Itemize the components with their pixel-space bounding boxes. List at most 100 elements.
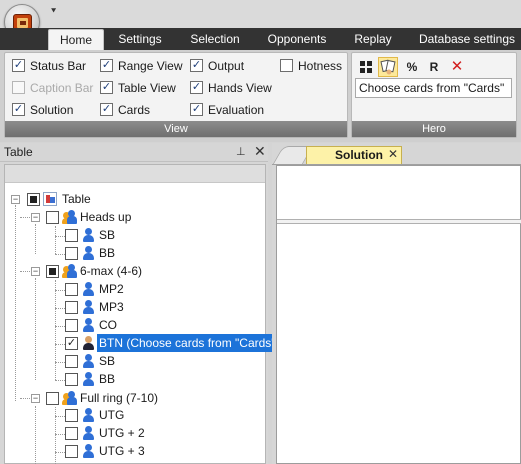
checkbox-box[interactable]: ✓	[190, 81, 203, 94]
checkbox-box	[12, 81, 25, 94]
solution-panel	[276, 165, 521, 464]
checkbox-label: Status Bar	[30, 59, 87, 73]
checkbox-label: Solution	[30, 103, 74, 117]
checkbox-box[interactable]	[280, 59, 293, 72]
table-pane-title: Table	[4, 145, 33, 159]
hero-cards-field[interactable]: Choose cards from "Cards"	[355, 78, 512, 98]
tree-line	[35, 278, 36, 380]
tree-line	[55, 236, 65, 237]
player-icon	[81, 371, 95, 387]
co-checkbox[interactable]	[65, 319, 78, 332]
btn-checkbox[interactable]: ✓	[65, 337, 78, 350]
checkbox-label: Range View	[118, 59, 183, 73]
tree-item-label: UTG	[99, 408, 125, 422]
tab-selection[interactable]: Selection	[184, 28, 246, 50]
close-pane-button[interactable]: ✕	[254, 143, 266, 160]
collapse-heads-up-button[interactable]: −	[31, 213, 40, 222]
splitter[interactable]	[277, 219, 521, 224]
tree-line	[55, 416, 65, 417]
6max-checkbox[interactable]	[46, 265, 59, 278]
cards-grid-button[interactable]	[356, 57, 376, 77]
bb-checkbox[interactable]	[65, 373, 78, 386]
tree-item-label: MP2	[99, 282, 124, 296]
player-icon	[81, 227, 95, 243]
percent-button[interactable]: %	[402, 57, 422, 77]
checkbox-box[interactable]: ✓	[12, 103, 25, 116]
tree-line	[55, 326, 65, 327]
bb-checkbox[interactable]	[65, 247, 78, 260]
checkbox-box[interactable]: ✓	[100, 103, 113, 116]
checkbox-box[interactable]: ✓	[190, 59, 203, 72]
tab-replay[interactable]: Replay	[348, 28, 398, 50]
collapse-table-button[interactable]: −	[11, 195, 20, 204]
checkbox-label: Caption Bar	[30, 81, 94, 95]
heads-up-checkbox[interactable]	[46, 211, 59, 224]
tree-item-label: Full ring (7-10)	[80, 391, 159, 405]
tab-opponents[interactable]: Opponents	[262, 28, 332, 50]
checkbox-box[interactable]: ✓	[100, 59, 113, 72]
range-button[interactable]: R	[424, 57, 444, 77]
tree-line	[55, 344, 65, 345]
tree-item-label: UTG + 3	[99, 444, 145, 458]
sb-checkbox[interactable]	[65, 355, 78, 368]
player-icon	[81, 353, 95, 369]
checkbox-box[interactable]: ✓	[100, 81, 113, 94]
players-group-icon	[62, 263, 78, 279]
hand-cards-icon	[380, 59, 396, 75]
utg2-checkbox[interactable]	[65, 427, 78, 440]
checkbox-box[interactable]: ✓	[12, 59, 25, 72]
tree-line	[35, 406, 36, 464]
tree-item-label: Heads up	[80, 210, 132, 224]
player-icon	[81, 443, 95, 459]
tab-home[interactable]: Home	[48, 29, 104, 51]
checkbox-box[interactable]: ✓	[190, 103, 203, 116]
player-icon	[81, 317, 95, 333]
utg3-checkbox[interactable]	[65, 445, 78, 458]
checkbox-label: Table View	[118, 81, 176, 95]
tree-line	[15, 205, 16, 401]
tree-line	[55, 434, 65, 435]
tree-item-label: 6-max (4-6)	[80, 264, 143, 278]
full-ring-checkbox[interactable]	[46, 392, 59, 405]
tree-item-label: UTG + 2	[99, 426, 145, 440]
checkbox-label: Evaluation	[208, 103, 265, 117]
tree-line	[55, 308, 65, 309]
utg-checkbox[interactable]	[65, 409, 78, 422]
tree-line	[35, 224, 36, 254]
tree-line	[55, 452, 65, 453]
checkbox-label: Hands View	[208, 81, 272, 95]
pin-icon[interactable]: ⊥	[236, 145, 246, 158]
tree-item-label: SB	[99, 228, 116, 242]
tree-line	[55, 280, 56, 380]
player-icon	[81, 407, 95, 423]
view-group-label: View	[5, 121, 347, 137]
tree-item-label: Table	[62, 192, 91, 206]
collapse-6max-button[interactable]: −	[31, 267, 40, 276]
player-icon	[81, 425, 95, 441]
tree-line	[55, 226, 56, 254]
close-tab-button[interactable]: ✕	[388, 147, 398, 161]
player-icon	[81, 245, 95, 261]
mp2-checkbox[interactable]	[65, 283, 78, 296]
tree-item-label: BB	[99, 246, 116, 260]
tree-item-label: BB	[99, 372, 116, 386]
tree-item-label: BTN (Choose cards from "Cards")	[97, 334, 282, 352]
tree-line	[55, 290, 65, 291]
checkbox-label: Cards	[118, 103, 151, 117]
tab-settings[interactable]: Settings	[112, 28, 168, 50]
quick-access-dropdown-icon[interactable]: ⯆	[50, 7, 57, 16]
collapse-full-ring-button[interactable]: −	[31, 394, 40, 403]
cards-grid-icon	[360, 61, 372, 73]
tree-header	[5, 165, 265, 183]
table-checkbox[interactable]	[27, 193, 40, 206]
tab-database-settings[interactable]: Database settings	[414, 28, 520, 50]
hand-cards-button[interactable]	[378, 57, 398, 77]
checkbox-label: Output	[208, 59, 245, 73]
hero-player-icon	[81, 335, 95, 351]
mp3-checkbox[interactable]	[65, 301, 78, 314]
players-group-icon	[62, 390, 78, 406]
delete-button[interactable]: ✕	[447, 57, 467, 77]
hero-group-label: Hero	[352, 121, 516, 137]
tree-item-label: CO	[99, 318, 117, 332]
sb-checkbox[interactable]	[65, 229, 78, 242]
